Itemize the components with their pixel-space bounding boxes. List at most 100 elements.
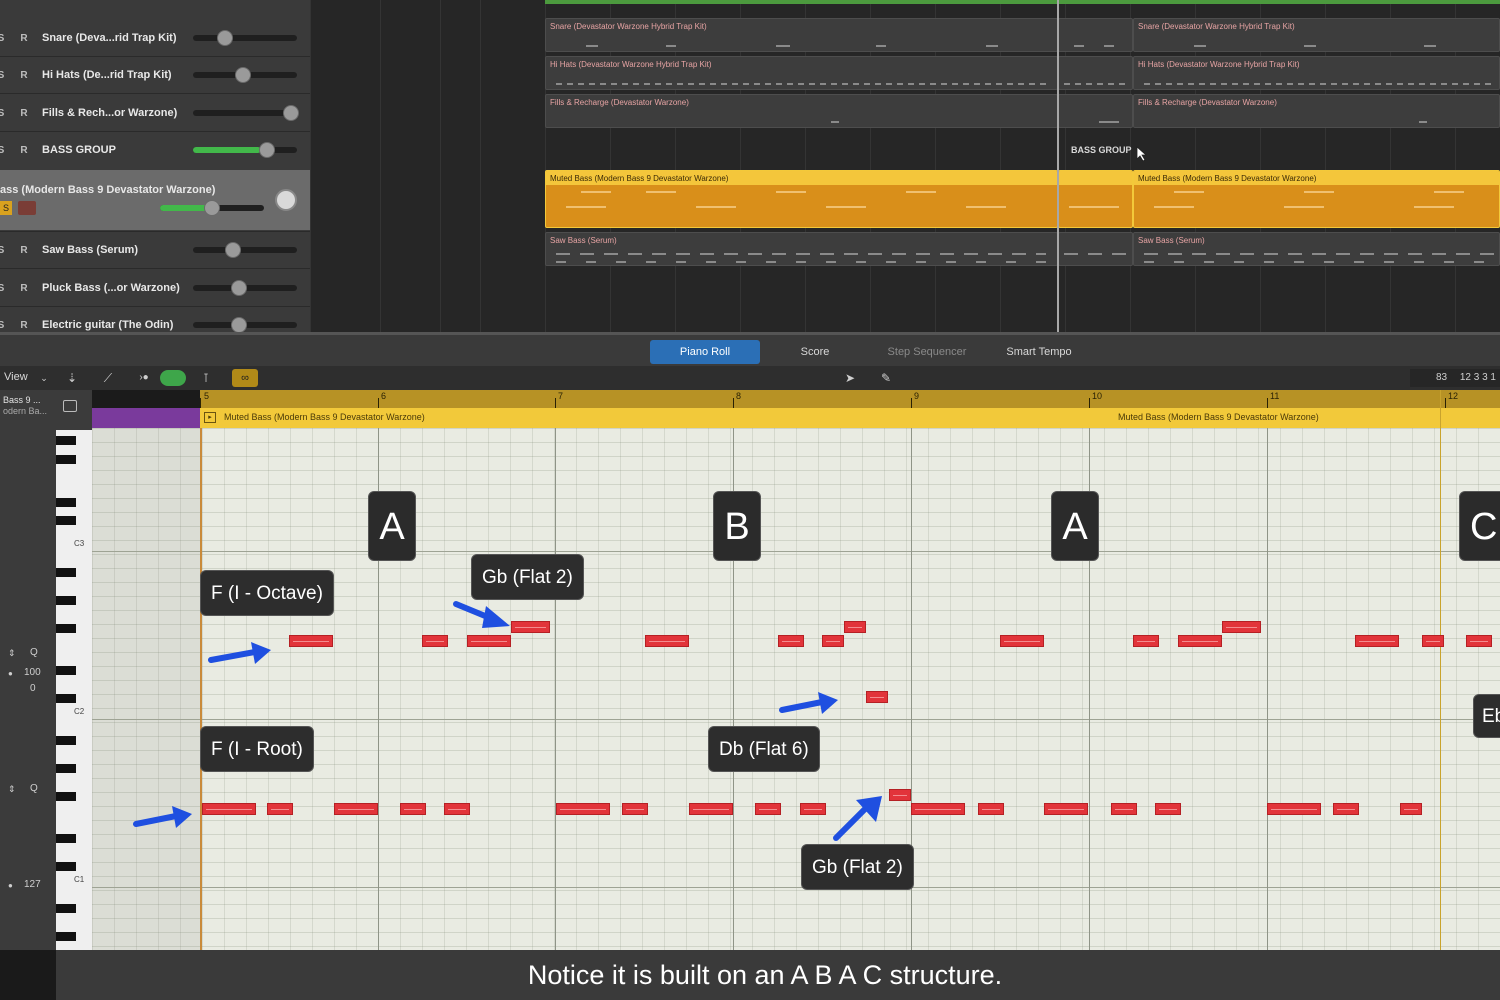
catch-toggle[interactable] (160, 370, 186, 386)
midi-note[interactable] (866, 691, 888, 703)
region-snare-2[interactable]: Snare (Devastator Warzone Hybrid Trap Ki… (1133, 18, 1500, 52)
record-button[interactable]: R (16, 33, 32, 44)
pencil-tool-icon[interactable]: ✎ (876, 369, 896, 387)
velocity-value[interactable]: 100 (24, 667, 41, 678)
volume-fader[interactable] (193, 317, 297, 333)
fader-knob[interactable] (231, 280, 247, 296)
black-key[interactable] (56, 736, 76, 745)
black-key[interactable] (56, 792, 76, 801)
midi-note[interactable] (202, 803, 256, 815)
solo-button[interactable]: S (0, 145, 8, 156)
solo-button[interactable]: S (0, 245, 8, 256)
playhead[interactable] (1057, 0, 1059, 332)
black-key[interactable] (56, 596, 76, 605)
region-hihats-continuation[interactable] (1058, 56, 1133, 90)
region-fills-continuation[interactable] (1058, 94, 1133, 128)
midi-thru-icon[interactable]: ›● (134, 369, 154, 387)
volume-fader[interactable] (193, 30, 297, 46)
solo-button[interactable]: S (0, 33, 8, 44)
region-snare-continuation[interactable] (1058, 18, 1133, 52)
solo-button[interactable]: S (0, 283, 8, 294)
link-button[interactable]: ∞ (232, 369, 258, 387)
midi-note[interactable] (622, 803, 648, 815)
pointer-tool-icon[interactable]: ➤ (840, 369, 860, 387)
region-hihats[interactable]: Hi Hats (Devastator Warzone Hybrid Trap … (545, 56, 1058, 90)
tab-piano-roll[interactable]: Piano Roll (650, 340, 760, 364)
volume-fader[interactable] (193, 280, 297, 296)
midi-note[interactable] (800, 803, 826, 815)
region-saw-bass-continuation[interactable] (1058, 232, 1133, 266)
quantize-label[interactable]: Q (30, 783, 38, 794)
midi-note[interactable] (400, 803, 426, 815)
midi-note[interactable] (1155, 803, 1181, 815)
fader-knob[interactable] (217, 30, 233, 46)
midi-note[interactable] (844, 621, 866, 633)
midi-note[interactable] (1133, 635, 1159, 647)
black-key[interactable] (56, 436, 76, 445)
midi-note[interactable] (689, 803, 733, 815)
black-key[interactable] (56, 694, 76, 703)
black-key[interactable] (56, 666, 76, 675)
quantize-icon[interactable]: ⊺ (196, 369, 216, 387)
record-button[interactable]: R (16, 283, 32, 294)
tab-score[interactable]: Score (760, 340, 870, 364)
chevron-down-icon[interactable]: ⌄ (34, 369, 54, 387)
up-down-arrows-icon[interactable]: ⇕ (8, 648, 16, 659)
midi-note[interactable] (645, 635, 689, 647)
midi-note[interactable] (1267, 803, 1321, 815)
midi-note[interactable] (778, 635, 804, 647)
region-fills[interactable]: Fills & Recharge (Devastator Warzone) (545, 94, 1058, 128)
black-key[interactable] (56, 568, 76, 577)
fader-knob[interactable] (235, 67, 251, 83)
up-down-arrows-icon[interactable]: ⇕ (8, 784, 16, 795)
midi-note[interactable] (755, 803, 781, 815)
midi-note[interactable] (267, 803, 293, 815)
velocity-value[interactable]: 127 (24, 879, 41, 890)
midi-note[interactable] (289, 635, 333, 647)
region-saw-bass[interactable]: Saw Bass (Serum) (545, 232, 1058, 266)
black-key[interactable] (56, 455, 76, 464)
volume-fader[interactable] (193, 142, 297, 158)
black-key[interactable] (56, 498, 76, 507)
region-hihats-2[interactable]: Hi Hats (Devastator Warzone Hybrid Trap … (1133, 56, 1500, 90)
inspector-toggle-icon[interactable] (63, 400, 77, 412)
midi-note[interactable] (1466, 635, 1492, 647)
region-saw-bass-2[interactable]: Saw Bass (Serum) (1133, 232, 1500, 266)
fader-knob[interactable] (283, 105, 299, 121)
solo-button[interactable]: S (0, 320, 8, 331)
solo-button[interactable]: S (0, 108, 8, 119)
view-menu[interactable]: View (4, 371, 28, 383)
automation-icon[interactable]: ⟋ (98, 369, 118, 387)
midi-note[interactable] (1178, 635, 1222, 647)
black-key[interactable] (56, 764, 76, 773)
midi-note[interactable] (1044, 803, 1088, 815)
midi-note[interactable] (1333, 803, 1359, 815)
volume-fader[interactable] (160, 200, 264, 216)
transpose-value[interactable]: 0 (30, 683, 36, 694)
region-fills-2[interactable]: Fills & Recharge (Devastator Warzone) (1133, 94, 1500, 128)
midi-note[interactable] (1355, 635, 1399, 647)
record-button[interactable] (18, 201, 36, 215)
fader-knob[interactable] (259, 142, 275, 158)
volume-fader[interactable] (193, 105, 299, 121)
record-button[interactable]: R (16, 245, 32, 256)
midi-in-icon[interactable]: ⇣ (62, 369, 82, 387)
midi-note[interactable] (511, 621, 550, 633)
volume-fader[interactable] (193, 67, 297, 83)
tab-step-sequencer[interactable]: Step Sequencer (872, 340, 982, 364)
midi-note[interactable] (978, 803, 1004, 815)
region-snare[interactable]: Snare (Devastator Warzone Hybrid Trap Ki… (545, 18, 1058, 52)
track-header-muted-bass[interactable]: ass (Modern Bass 9 Devastator Warzone) (0, 180, 310, 200)
record-button[interactable]: R (16, 145, 32, 156)
midi-note[interactable] (1111, 803, 1137, 815)
midi-note[interactable] (422, 635, 448, 647)
solo-button[interactable]: S (0, 70, 8, 81)
black-key[interactable] (56, 862, 76, 871)
bar-ruler[interactable]: 5 6 7 8 9 10 11 12 (200, 390, 1500, 408)
black-key[interactable] (56, 624, 76, 633)
midi-note[interactable] (911, 803, 965, 815)
record-button[interactable]: R (16, 108, 32, 119)
region-muted-bass[interactable]: Muted Bass (Modern Bass 9 Devastator War… (545, 170, 1058, 228)
pan-knob[interactable] (275, 189, 297, 211)
fader-knob[interactable] (204, 200, 220, 216)
